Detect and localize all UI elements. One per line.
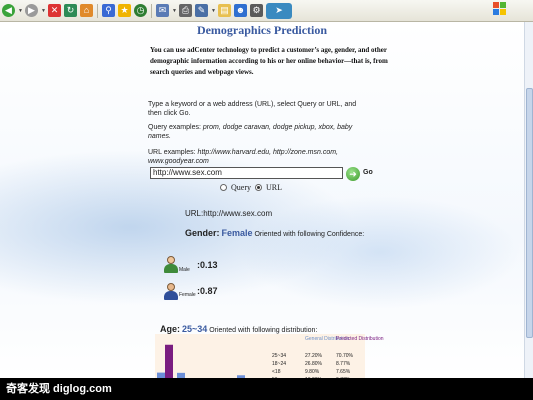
back-dropdown-icon[interactable]: ▼ [18, 8, 23, 14]
refresh-icon[interactable]: ↻ [64, 4, 77, 17]
browser-toolbar: ◀ ▼ ▶ ▼ ✕ ↻ ⌂ ⚲ ★ ◷ ✉ ▼ ⎙ ✎ ▼ ▤ ☻ ⚙ ➤ [0, 0, 533, 22]
scrollbar-thumb[interactable] [526, 88, 533, 338]
male-avatar-icon [163, 255, 179, 273]
vertical-scrollbar[interactable] [524, 22, 533, 378]
favorites-star-icon[interactable]: ★ [118, 4, 131, 17]
stop-icon[interactable]: ✕ [48, 4, 61, 17]
mail-icon[interactable]: ✉ [156, 4, 169, 17]
forward-dropdown-icon[interactable]: ▼ [41, 8, 46, 14]
tools-icon[interactable]: ➤ [266, 2, 292, 19]
home-icon[interactable]: ⌂ [80, 4, 93, 17]
bar-predicted-0 [165, 344, 173, 378]
search-icon[interactable]: ⚲ [102, 4, 115, 17]
back-arrow-icon[interactable]: ◀ [2, 4, 15, 17]
settings-icon[interactable]: ⚙ [250, 4, 263, 17]
mode-radio-group: Query URL [220, 183, 282, 192]
age-label: Age: [160, 324, 180, 334]
age-distribution-chart: 25~3418~24<1850+35~49 [157, 344, 245, 378]
table-cell-age: 25~34 [272, 353, 287, 359]
page-title: Demographics Prediction [196, 23, 328, 37]
query-examples: Query examples: prom, dodge caravan, dod… [148, 123, 368, 141]
gender-label: Gender: [185, 228, 220, 238]
male-label: Male [179, 267, 190, 273]
edit-dropdown-icon[interactable]: ▼ [211, 8, 216, 14]
gender-value: Female [221, 228, 253, 238]
instructions-text: Type a keyword or a web address (URL), s… [148, 101, 357, 117]
history-icon[interactable]: ◷ [134, 4, 147, 17]
edit-icon[interactable]: ✎ [195, 4, 208, 17]
female-label: Female [179, 292, 196, 298]
watermark: 奇客发现 diglog.com [0, 378, 533, 400]
age-suffix: Oriented with following distribution: [209, 327, 318, 334]
forward-arrow-icon[interactable]: ▶ [25, 4, 38, 17]
table-cell-predicted: 70.70% [336, 353, 353, 359]
table-cell-general: 27.20% [305, 353, 322, 359]
female-score: :0.87 [197, 286, 218, 296]
table-cell-predicted: 7.65% [336, 369, 351, 375]
toolbar-separator [97, 3, 98, 18]
query-url-input[interactable]: http://www.sex.com [150, 167, 343, 179]
mail-dropdown-icon[interactable]: ▼ [172, 8, 177, 14]
age-result: Age: 25~34 Oriented with following distr… [160, 324, 317, 334]
table-cell-general: 26.80% [305, 361, 322, 367]
windows-logo-icon [493, 2, 507, 16]
male-score: :0.13 [197, 260, 218, 270]
gender-suffix: Oriented with following Confidence: [254, 231, 365, 238]
table-col-predicted: 70.70%8.77%7.65%6.77%6.11% [336, 352, 353, 378]
go-arrow-icon[interactable]: ➜ [346, 167, 360, 181]
table-cell-predicted: 8.77% [336, 361, 351, 367]
table-col-general: 27.20%26.80%9.80%13.20%23.00% [305, 352, 322, 378]
table-col-age: 25~3418~24<1850+35~49 [272, 352, 286, 378]
messenger-icon[interactable]: ☻ [234, 4, 247, 17]
print-icon[interactable]: ⎙ [179, 4, 192, 17]
gender-result: Gender: Female Oriented with following C… [185, 229, 365, 239]
table-cell-age: 18~24 [272, 361, 287, 367]
go-button-label[interactable]: Go [363, 169, 373, 176]
age-value: 25~34 [181, 324, 208, 334]
url-examples-label: URL examples: [148, 149, 196, 156]
folder-icon[interactable]: ▤ [218, 4, 231, 17]
query-examples-label: Query examples: [148, 124, 201, 131]
query-radio[interactable] [220, 184, 227, 191]
url-examples: URL examples: http://www.harvard.edu, ht… [148, 148, 368, 166]
female-avatar-icon [163, 282, 179, 300]
toolbar-separator [151, 3, 152, 18]
table-cell-general: 9.80% [305, 369, 320, 375]
result-url: URL:http://www.sex.com [185, 209, 273, 218]
url-radio-label: URL [266, 183, 282, 192]
page-content: Demographics Prediction You can use adCe… [0, 22, 524, 378]
legend-predicted: Predicted Distribution [336, 336, 384, 342]
url-radio[interactable] [255, 184, 262, 191]
query-radio-label: Query [231, 183, 251, 192]
intro-text: You can use adCenter technology to predi… [150, 46, 388, 76]
table-cell-age: <18 [272, 369, 281, 375]
